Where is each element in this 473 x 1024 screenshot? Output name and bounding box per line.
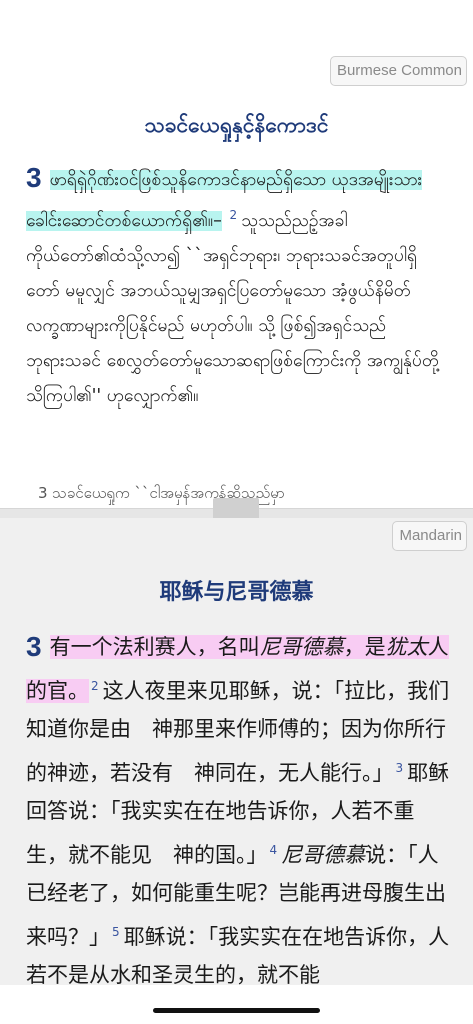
person-name: 尼哥德慕 [281, 842, 366, 867]
verse-number: 2 [91, 678, 99, 693]
passage-text[interactable]: 3 有一个法利赛人，名叫尼哥德慕，是犹太人的官。 2 这人夜里来见耶稣，说：「拉比，我… [26, 628, 451, 985]
highlighted-verse-1[interactable]: ဖာရိရှဲဂိုဏ်းဝင်ဖြစ်သူနိကောဒင်နာမည်ရှိသေ… [26, 170, 423, 231]
verse-1-part: ，是 [343, 635, 386, 659]
passage-text[interactable]: 3 ဖာရိရှဲဂိုဏ်းဝင်ဖြစ်သူနိကောဒင်နာမည်ရှိသ… [26, 160, 446, 414]
home-indicator[interactable] [153, 1008, 320, 1013]
version-selector-button[interactable]: Burmese Common [329, 56, 467, 86]
verse-number: 4 [269, 842, 278, 857]
verse-2-text[interactable]: သူသည်ညဥ့်အခါကိုယ်တော်၏ထံသို့လာ၍ ``အရှင်ဘ… [26, 211, 439, 406]
chapter-number: 3 [26, 631, 42, 662]
version-selector-button[interactable]: Mandarin [392, 521, 467, 551]
verse-1-part: 有一个法利赛人，名叫 [49, 635, 260, 659]
verse-2-text[interactable]: 这人夜里来见耶稣，说：「拉比，我们知道你是由 神那里来作师傅的；因为你所行的神迹… [26, 679, 449, 785]
divider-drag-handle[interactable] [213, 498, 259, 520]
top-reading-pane[interactable]: Burmese Common သခင်ယေရှုနှင့်နိကောဒင် 3ဖ… [0, 0, 473, 508]
section-heading: 耶稣与尼哥德慕 [159, 580, 314, 605]
place-name: 犹太 [385, 635, 428, 659]
verse-number: 3 [395, 760, 404, 775]
person-name: 尼哥德慕 [259, 635, 344, 659]
chapter-number: 3 [26, 162, 42, 193]
verse-number: 2 [229, 208, 238, 222]
bottom-reading-pane[interactable]: Mandarin 耶稣与尼哥德慕 3 有一个法利赛人，名叫尼哥德慕，是犹太人的官。… [0, 518, 473, 985]
verse-number: 5 [112, 924, 120, 939]
section-heading: သခင်ယေရှုနှင့်နိကောဒင် [144, 113, 329, 137]
